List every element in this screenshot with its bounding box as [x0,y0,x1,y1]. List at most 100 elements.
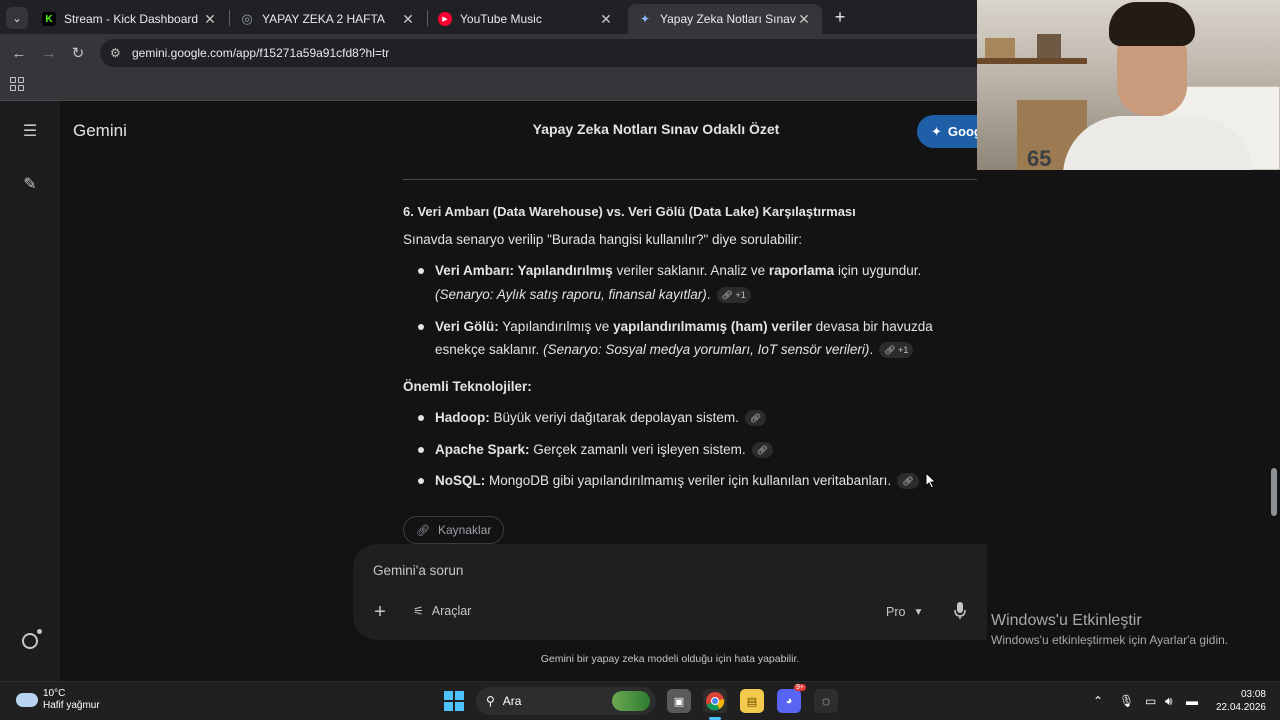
list-item: Apache Spark: Gerçek zamanlı veri işleye… [435,440,774,460]
intro-paragraph: Sınavda senaryo verilip "Burada hangisi … [403,232,803,247]
close-tab-icon[interactable]: ✕ [796,11,812,28]
system-clock[interactable]: 03:08 22.04.2026 [1210,688,1266,714]
citation-chip[interactable]: 🔗︎ +1 [879,342,914,359]
back-arrow-icon[interactable]: ← [8,42,30,64]
menu-hamburger-icon[interactable]: ☰ [19,120,41,142]
temperature: 10°C [43,688,66,699]
text: MongoDB gibi yapılandırılmamış veriler i… [485,473,892,488]
link-icon: 🔗︎ [749,413,762,424]
prompt-composer[interactable]: Gemini'a sorun + ⚟ Araçlar Pro ▼ [353,544,987,640]
new-chat-edit-icon[interactable]: ✎ [19,173,41,195]
app-circle-icon[interactable]: ◌ [814,689,838,713]
tools-button[interactable]: ⚟ Araçlar [413,604,471,618]
list-item: NoSQL: MongoDB gibi yapılandırılmamış ve… [435,471,919,491]
discord-icon[interactable]: ◕ 9+ [777,684,806,713]
list-item: Veri Ambarı: Yapılandırılmış veriler sak… [435,261,921,281]
citation-chip[interactable]: 🔗︎ [744,410,767,427]
link-icon: 🔗︎ [721,290,733,301]
text: veriler saklanır. Analiz ve [612,263,769,278]
tab-title: YAPAY ZEKA 2 HAFTA [262,12,385,26]
close-tab-icon[interactable]: ✕ [202,11,218,28]
task-view-icon[interactable]: ▣ [667,689,691,713]
search-highlight-image [612,691,650,711]
text: devasa bir havuzda [811,319,933,334]
bullet-dot [418,268,424,274]
microphone-tray-icon[interactable]: 🎙︎ [1119,694,1134,708]
bold-text: Apache Spark: [435,442,530,457]
youtube-music-favicon-icon: ▶ [438,12,452,26]
bullet-dot [418,447,424,453]
tab-search-chevron-icon[interactable]: ⌄ [6,7,28,29]
close-tab-icon[interactable]: ✕ [400,11,416,28]
sources-label: Kaynaklar [437,523,492,537]
model-selector[interactable]: Pro ▼ [886,605,923,619]
scrollbar-thumb[interactable] [1271,468,1277,516]
text: esnekçe saklanır. [435,342,544,357]
close-tab-icon[interactable]: ✕ [598,11,614,28]
tab-gemini-active[interactable]: ✦ Yapay Zeka Notları Sınav Odakl ✕ [628,4,822,34]
side-rail: ☰ ✎ [0,101,60,681]
weather-description: Hafif yağmur [43,700,100,711]
clock-time: 03:08 [1240,689,1266,700]
sources-button[interactable]: 🔗︎ Kaynaklar [403,516,505,544]
activation-subtitle: Windows'u etkinleştirmek için Ayarlar'a … [991,633,1229,647]
windows-start-icon[interactable] [444,691,464,711]
browser-toolbar: ← → ↻ ⚙ gemini.google.com/app/f15271a59a… [0,34,977,72]
network-icon[interactable]: ▭ [1145,694,1156,708]
volume-icon[interactable]: 🔊︎ [1165,694,1173,709]
settings-gear-icon[interactable] [22,629,42,649]
link-icon: 🔗︎ [902,476,914,487]
site-info-icon[interactable]: ⚙ [110,46,126,60]
bullet-dot [418,478,424,484]
shelf-item [985,38,1015,58]
model-label: Pro [886,605,906,619]
chrome-icon[interactable] [703,689,727,713]
microphone-icon[interactable] [954,602,966,620]
reload-icon[interactable]: ↻ [67,42,89,64]
clock-date: 22.04.2026 [1215,702,1266,713]
text: . [869,342,874,357]
address-bar[interactable]: ⚙ gemini.google.com/app/f15271a59a91cfd8… [100,39,977,67]
wall-shelf [977,58,1087,64]
citation-chip[interactable]: 🔗︎ +1 [716,287,751,304]
apps-grid-icon[interactable] [10,77,24,91]
text: Büyük veriyi dağıtarak depolayan sistem. [489,410,739,425]
new-tab-plus-icon[interactable]: + [830,7,850,27]
bold-text: Veri Ambarı: Yapılandırılmış [435,263,613,278]
section-heading: 6. Veri Ambarı (Data Warehouse) vs. Veri… [403,204,856,219]
citation-count: +1 [898,345,909,356]
gemini-app: ☰ ✎ Gemini Yapay Zeka Notları Sınav Odak… [0,101,987,681]
tab-youtube-music[interactable]: ▶ YouTube Music ✕ [428,4,624,34]
file-explorer-icon[interactable]: ▤ [740,689,764,713]
search-icon: ⚲ [486,694,495,708]
gemini-favicon-icon: ✦ [639,12,651,26]
conversation-title[interactable]: Yapay Zeka Notları Sınav Odaklı Özet [400,121,912,137]
tab-yapay-zeka-2-hafta[interactable]: ◎ YAPAY ZEKA 2 HAFTA ✕ [230,4,426,34]
sparkle-icon: ✦ [931,123,942,139]
tab-kick-dashboard[interactable]: K Stream - Kick Dashboard ✕ [32,4,228,34]
bullet-dot [418,324,424,330]
text: . [706,287,711,302]
shelf-item [1037,34,1061,58]
gemini-brand[interactable]: Gemini [73,121,127,141]
prompt-input[interactable]: Gemini'a sorun [373,563,463,578]
chevron-down-icon: ▼ [913,606,924,618]
mouse-cursor-icon [925,472,937,489]
citation-chip[interactable]: 🔗︎ [751,442,774,459]
tools-sliders-icon: ⚟ [413,604,424,618]
url-text: gemini.google.com/app/f15271a59a91cfd8?h… [132,46,390,60]
battery-icon[interactable]: ▬ [1186,694,1198,708]
windows-activation-watermark: Windows'u Etkinleştir Windows'u etkinleş… [991,612,1228,647]
citation-chip[interactable]: 🔗︎ [897,473,919,490]
forward-arrow-icon[interactable]: → [38,42,60,64]
technologies-heading: Önemli Teknolojiler: [403,379,532,394]
search-label: Ara [502,694,522,708]
tab-title: YouTube Music [460,12,542,26]
add-attachment-plus-icon[interactable]: + [372,601,388,623]
taskbar-search[interactable]: ⚲ Ara [476,687,656,715]
activation-title: Windows'u Etkinleştir [991,612,1142,629]
italic-text: (Senaryo: Sosyal medya yorumları, IoT se… [543,342,870,357]
weather-widget[interactable]: 10°C Hafif yağmur [16,688,100,712]
bold-text: Veri Gölü: [435,319,499,334]
chevron-up-icon[interactable]: ⌃ [1093,694,1103,708]
